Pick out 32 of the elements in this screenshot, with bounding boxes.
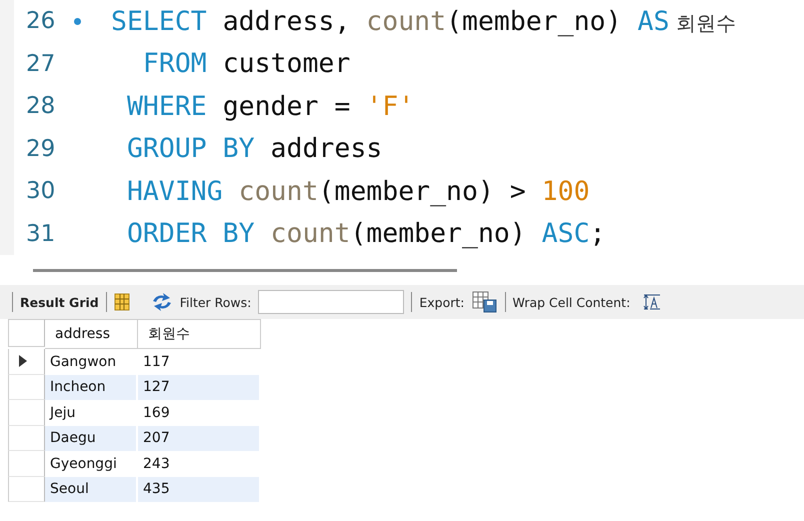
filter-rows-field[interactable] — [258, 290, 404, 314]
column-header[interactable]: 회원수 — [138, 319, 261, 349]
code-line: WHERE gender = 'F' — [126, 90, 414, 122]
line-number: 30 — [25, 178, 56, 204]
wrap-cell-content-label: Wrap Cell Content: — [512, 294, 630, 310]
table-cell: Daegu — [45, 426, 138, 451]
export-label: Export: — [419, 294, 465, 310]
columns-icon[interactable] — [114, 293, 130, 311]
code-line: GROUP BY address — [126, 133, 382, 164]
table-cell: Seoul — [45, 476, 138, 502]
current-row-icon — [19, 355, 27, 368]
header-corner — [8, 319, 45, 347]
result-grid-tab[interactable]: Result Grid — [20, 294, 99, 310]
table-cell: Incheon — [45, 374, 138, 400]
table-cell: 127 — [138, 374, 261, 400]
line-number: 29 — [25, 136, 56, 162]
code-line: FROM customer — [142, 48, 350, 80]
scrollbar-thumb[interactable] — [33, 268, 457, 272]
code-line: SELECT address, count(member_no) AS 회원수 — [111, 6, 736, 37]
text-wrap-icon[interactable] — [643, 294, 662, 310]
line-number: 27 — [25, 50, 56, 77]
code-line: ORDER BY count(member_no) ASC; — [126, 218, 606, 250]
filter-rows-label: Filter Rows: — [180, 294, 252, 310]
column-header[interactable]: address — [45, 319, 138, 349]
line-number: 31 — [25, 220, 56, 247]
line-number: 28 — [25, 93, 56, 120]
line-number: 26 — [25, 8, 56, 34]
table-cell: 435 — [138, 476, 261, 502]
table-cell: 207 — [138, 426, 261, 451]
export-icon[interactable] — [472, 291, 498, 313]
code-line: HAVING count(member_no) > 100 — [126, 176, 590, 207]
refresh-icon[interactable] — [150, 293, 173, 311]
